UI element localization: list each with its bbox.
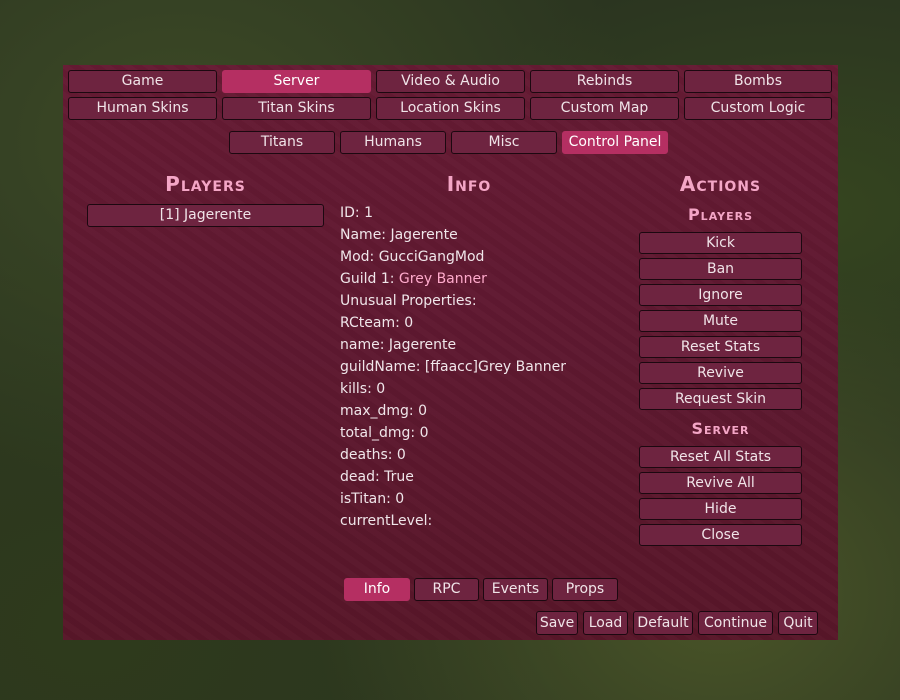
reset-all-stats-button[interactable]: Reset All Stats (639, 446, 802, 468)
player-list-item[interactable]: [1] Jagerente (87, 204, 324, 227)
info-max-dmg: max_dmg: 0 (340, 403, 427, 419)
hide-button[interactable]: Hide (639, 498, 802, 520)
info-dead: dead: True (340, 469, 414, 485)
default-button[interactable]: Default (633, 611, 693, 635)
info-guild-value: Grey Banner (398, 271, 487, 287)
tab-game[interactable]: Game (68, 70, 217, 93)
info-unusual-properties: Unusual Properties: (340, 293, 477, 309)
revive-button[interactable]: Revive (639, 362, 802, 384)
reset-stats-button[interactable]: Reset Stats (639, 336, 802, 358)
tab-titan-skins[interactable]: Titan Skins (222, 97, 371, 120)
info-guild: Guild 1: Grey Banner (340, 271, 487, 287)
subtab-humans[interactable]: Humans (340, 131, 446, 154)
quit-button[interactable]: Quit (778, 611, 818, 635)
tab-video-audio[interactable]: Video & Audio (376, 70, 525, 93)
info-rcteam: RCteam: 0 (340, 315, 414, 331)
info-name-prop: name: Jagerente (340, 337, 457, 353)
tab-human-skins[interactable]: Human Skins (68, 97, 217, 120)
save-button[interactable]: Save (536, 611, 578, 635)
actions-heading: Actions (679, 172, 762, 196)
continue-button[interactable]: Continue (698, 611, 773, 635)
ban-button[interactable]: Ban (639, 258, 802, 280)
bottom-tab-props[interactable]: Props (552, 578, 618, 601)
info-id: ID: 1 (340, 205, 373, 221)
info-total-dmg: total_dmg: 0 (340, 425, 429, 441)
close-button[interactable]: Close (639, 524, 802, 546)
info-deaths: deaths: 0 (340, 447, 406, 463)
kick-button[interactable]: Kick (639, 232, 802, 254)
tab-custom-map[interactable]: Custom Map (530, 97, 679, 120)
subtab-misc[interactable]: Misc (451, 131, 557, 154)
bottom-tab-info[interactable]: Info (344, 578, 410, 601)
bottom-tab-rpc[interactable]: RPC (414, 578, 479, 601)
tab-custom-logic[interactable]: Custom Logic (684, 97, 832, 120)
actions-server-heading: Server (691, 419, 750, 438)
request-skin-button[interactable]: Request Skin (639, 388, 802, 410)
tab-server[interactable]: Server (222, 70, 371, 93)
subtab-titans[interactable]: Titans (229, 131, 335, 154)
bottom-tab-events[interactable]: Events (483, 578, 548, 601)
info-istitan: isTitan: 0 (340, 491, 405, 507)
info-currentlevel: currentLevel: (340, 513, 433, 529)
load-button[interactable]: Load (583, 611, 628, 635)
info-heading: Info (446, 172, 492, 196)
tab-rebinds[interactable]: Rebinds (530, 70, 679, 93)
info-name: Name: Jagerente (340, 227, 458, 243)
info-guild-label: Guild 1: (340, 271, 399, 287)
info-mod: Mod: GucciGangMod (340, 249, 485, 265)
subtab-control-panel[interactable]: Control Panel (562, 131, 668, 154)
info-kills: kills: 0 (340, 381, 386, 397)
tab-bombs[interactable]: Bombs (684, 70, 832, 93)
tab-location-skins[interactable]: Location Skins (376, 97, 525, 120)
mute-button[interactable]: Mute (639, 310, 802, 332)
info-guildname: guildName: [ffaacc]Grey Banner (340, 359, 566, 375)
ignore-button[interactable]: Ignore (639, 284, 802, 306)
revive-all-button[interactable]: Revive All (639, 472, 802, 494)
actions-players-heading: Players (687, 205, 754, 224)
players-heading: Players (165, 172, 246, 196)
